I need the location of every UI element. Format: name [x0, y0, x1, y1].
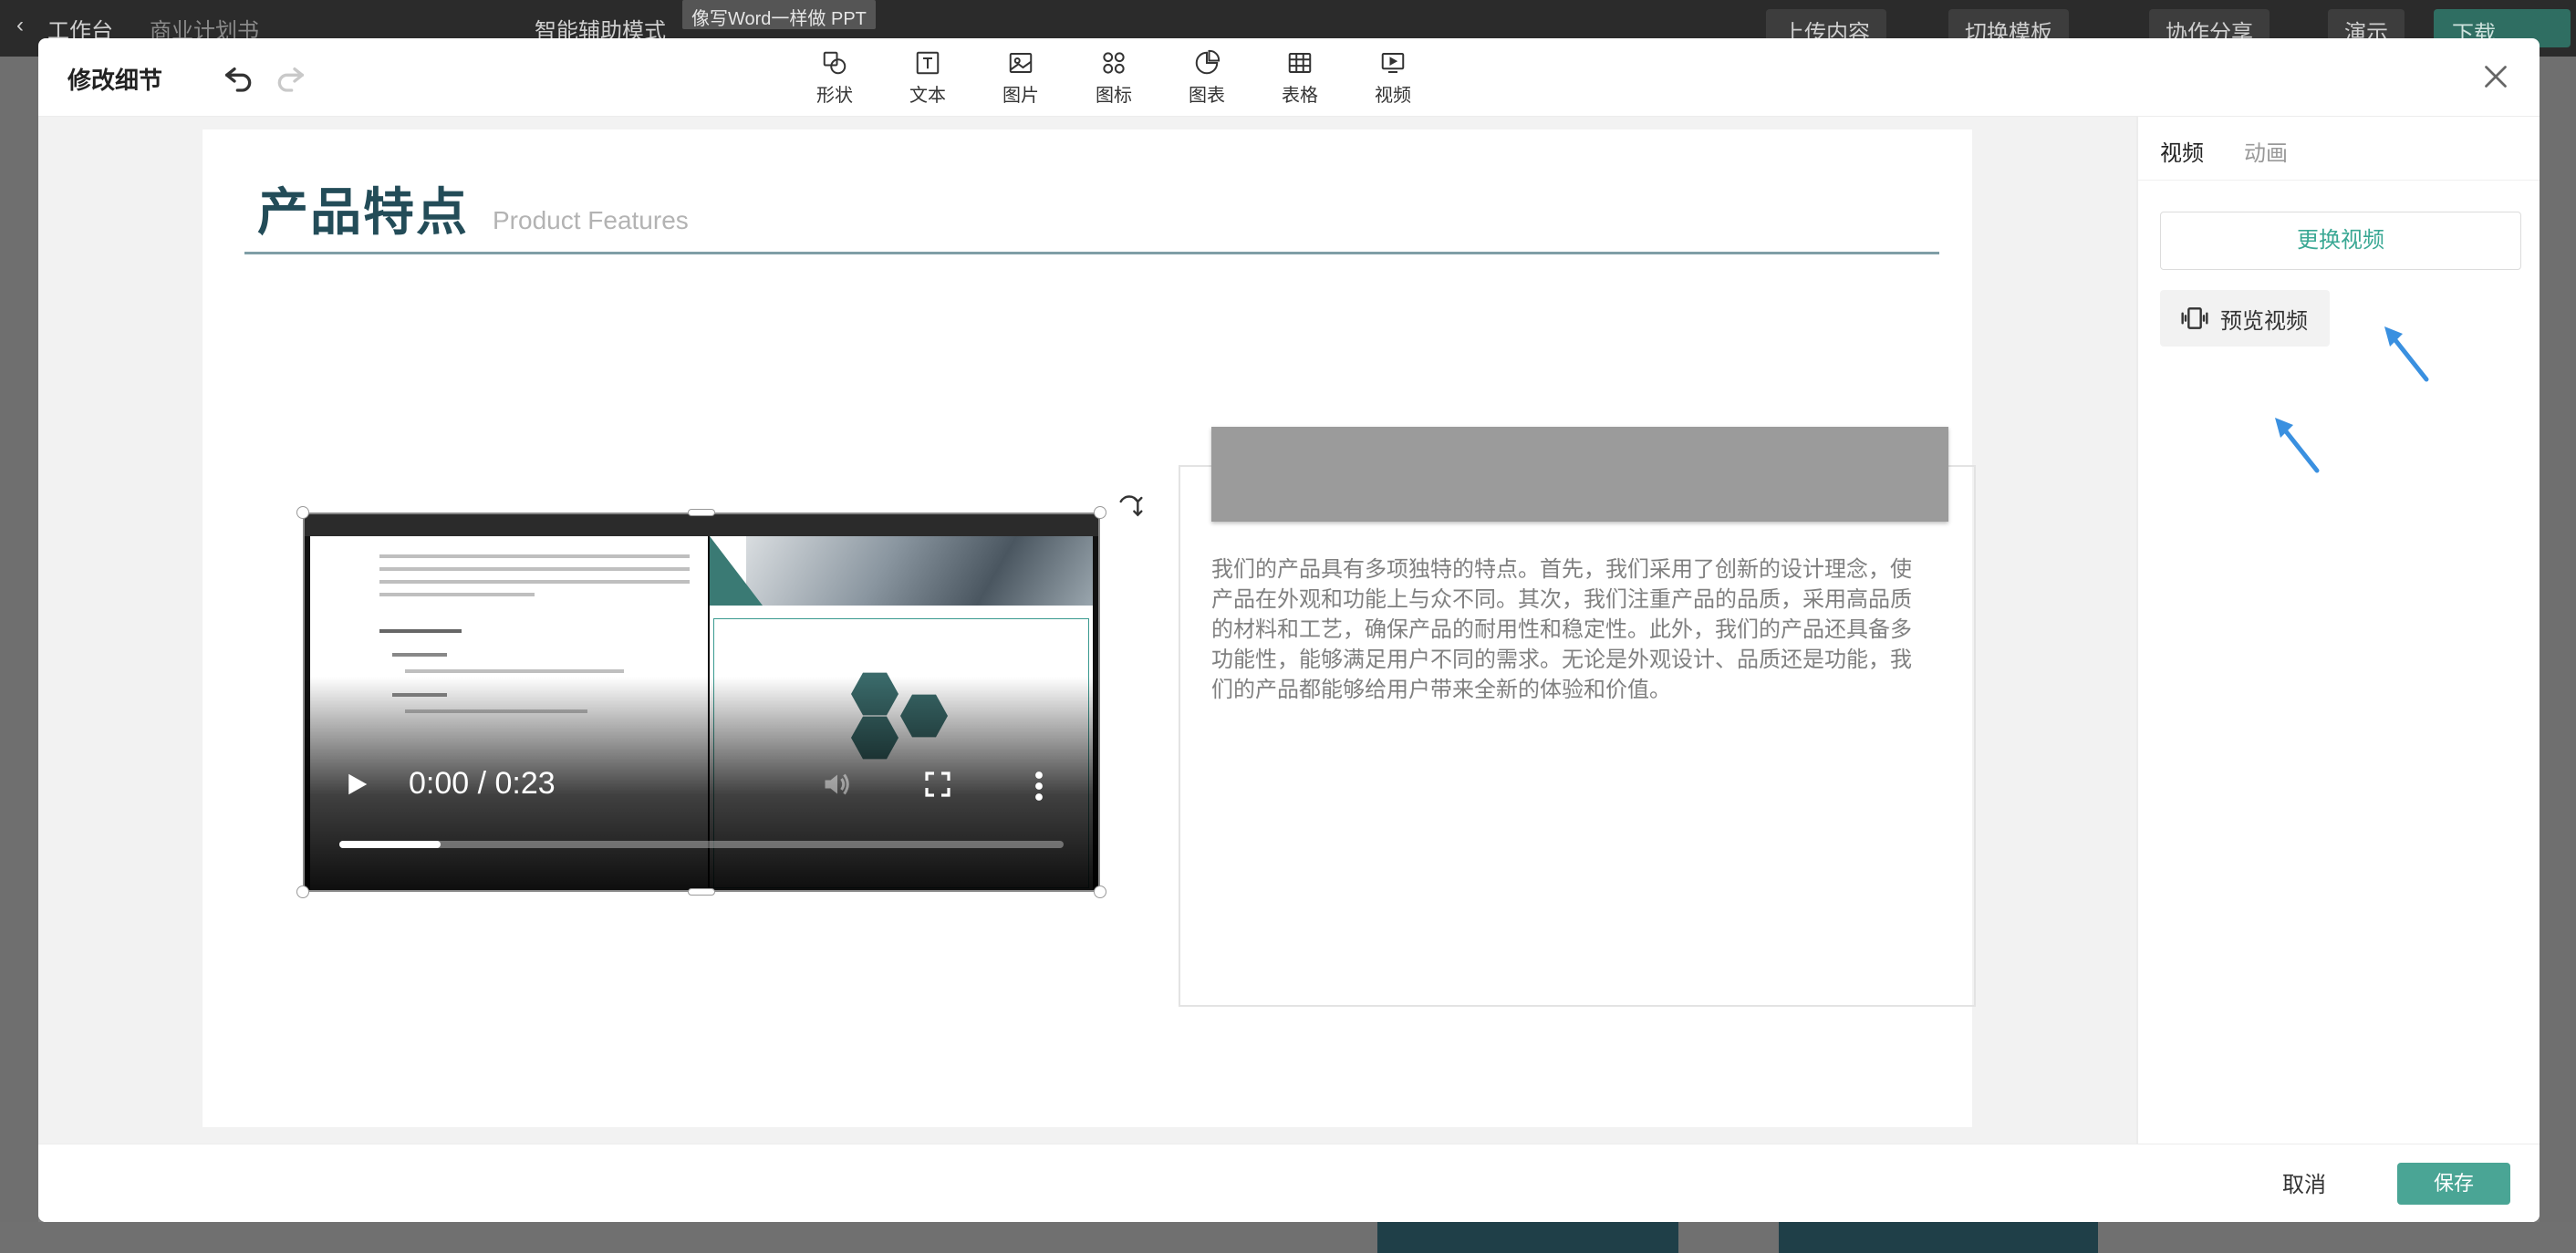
tool-video[interactable]: 视频 [1346, 49, 1439, 109]
background-right-rail [2540, 57, 2576, 1253]
save-button[interactable]: 保存 [2397, 1163, 2510, 1205]
resize-handle-top-right[interactable] [1094, 506, 1106, 519]
placeholder-gray-bar[interactable] [1211, 427, 1948, 522]
undo-icon[interactable] [221, 58, 257, 95]
tool-label: 文本 [909, 86, 946, 106]
tool-label: 图表 [1189, 86, 1225, 106]
video-progress-fill [339, 841, 441, 848]
thumbnail-line [405, 669, 624, 673]
cancel-button[interactable]: 取消 [2282, 1166, 2326, 1198]
bg-tooltip: 像写Word一样做 PPT [682, 0, 876, 29]
text-frame[interactable] [1179, 465, 1976, 1007]
properties-panel: 视频 动画 更换视频 预览视频 [2136, 117, 2540, 1144]
background-bottom-strip [0, 1222, 2576, 1253]
video-progress-bar[interactable] [339, 841, 1064, 848]
shape-icon [823, 51, 847, 75]
title-divider [244, 252, 1939, 254]
redo-icon[interactable] [272, 58, 308, 95]
tab-animation[interactable]: 动画 [2244, 135, 2288, 167]
thumbnail-line [392, 653, 447, 657]
icon-library-icon [1103, 52, 1125, 74]
tool-image[interactable]: 图片 [974, 49, 1067, 109]
tool-icon[interactable]: 图标 [1067, 49, 1160, 109]
background-left-rail [0, 57, 38, 1253]
close-icon[interactable] [2479, 60, 2512, 93]
modal-title: 修改细节 [68, 67, 163, 94]
tool-label: 形状 [816, 86, 853, 106]
video-time: 0:00 / 0:23 [409, 766, 556, 801]
text-icon [916, 51, 940, 75]
thumbnail-line [379, 629, 462, 633]
preview-video-button[interactable]: 预览视频 [2160, 290, 2330, 347]
fullscreen-icon[interactable] [923, 770, 952, 799]
bg-back-icon: ‹ [16, 13, 24, 37]
tool-label: 图片 [1002, 86, 1039, 106]
resize-handle-top[interactable] [688, 509, 715, 516]
tool-label: 视频 [1375, 86, 1411, 106]
thumbnail-building-image [746, 536, 1093, 606]
tool-shape[interactable]: 形状 [788, 49, 881, 109]
rotate-handle-icon[interactable] [1115, 491, 1144, 520]
modal-header: 修改细节 形状 文本 图片 图标 图表 表格 视频 [38, 38, 2540, 117]
tool-text[interactable]: 文本 [881, 49, 974, 109]
slide-body-text[interactable]: 我们的产品具有多项独特的特点。首先，我们采用了创新的设计理念，使产品在外观和功能… [1211, 554, 1932, 705]
tool-table[interactable]: 表格 [1253, 49, 1346, 109]
thumbnail-line [379, 554, 690, 558]
editor-canvas: 产品特点 Product Features 我们的产品具有多项独特的特点。首先，… [38, 117, 2136, 1144]
play-icon[interactable] [343, 770, 370, 799]
video-icon [1381, 53, 1405, 73]
insert-toolbar: 形状 文本 图片 图标 图表 表格 视频 [788, 49, 1439, 109]
tool-label: 图标 [1096, 86, 1132, 106]
modal-footer: 取消 保存 [38, 1144, 2540, 1222]
thumbnail-line [379, 567, 690, 571]
volume-icon[interactable] [819, 768, 856, 801]
resize-handle-bottom[interactable] [688, 888, 715, 896]
bg-thumbnail [1377, 1222, 1678, 1253]
table-icon [1288, 53, 1312, 73]
resize-handle-top-left[interactable] [296, 506, 309, 519]
resize-handle-bottom-left[interactable] [296, 885, 309, 898]
tool-label: 表格 [1282, 86, 1318, 106]
slide-subtitle[interactable]: Product Features [493, 206, 689, 235]
thumbnail-line [379, 593, 535, 596]
edit-detail-modal: 修改细节 形状 文本 图片 图标 图表 表格 视频 产品特点 Product F… [38, 38, 2540, 1222]
chart-icon [1195, 49, 1220, 75]
tab-video[interactable]: 视频 [2160, 135, 2204, 167]
tool-chart[interactable]: 图表 [1160, 49, 1253, 109]
preview-video-icon [2181, 307, 2208, 329]
annotation-arrow-icon [2384, 326, 2429, 382]
video-player[interactable]: 0:00 / 0:23 [303, 513, 1100, 892]
preview-video-label: 预览视频 [2220, 308, 2308, 334]
image-icon [1009, 53, 1033, 73]
slide[interactable]: 产品特点 Product Features 我们的产品具有多项独特的特点。首先，… [203, 129, 1976, 1127]
slide-title[interactable]: 产品特点 [257, 171, 469, 245]
thumbnail-accent-triangle [710, 536, 763, 606]
annotation-arrow-icon [2275, 418, 2320, 473]
panel-tabs: 视频 动画 [2138, 117, 2540, 181]
bg-thumbnail [1779, 1222, 2098, 1253]
more-options-icon[interactable] [1033, 770, 1045, 803]
resize-handle-bottom-right[interactable] [1094, 885, 1106, 898]
replace-video-button[interactable]: 更换视频 [2160, 212, 2521, 270]
thumbnail-line [379, 580, 690, 584]
